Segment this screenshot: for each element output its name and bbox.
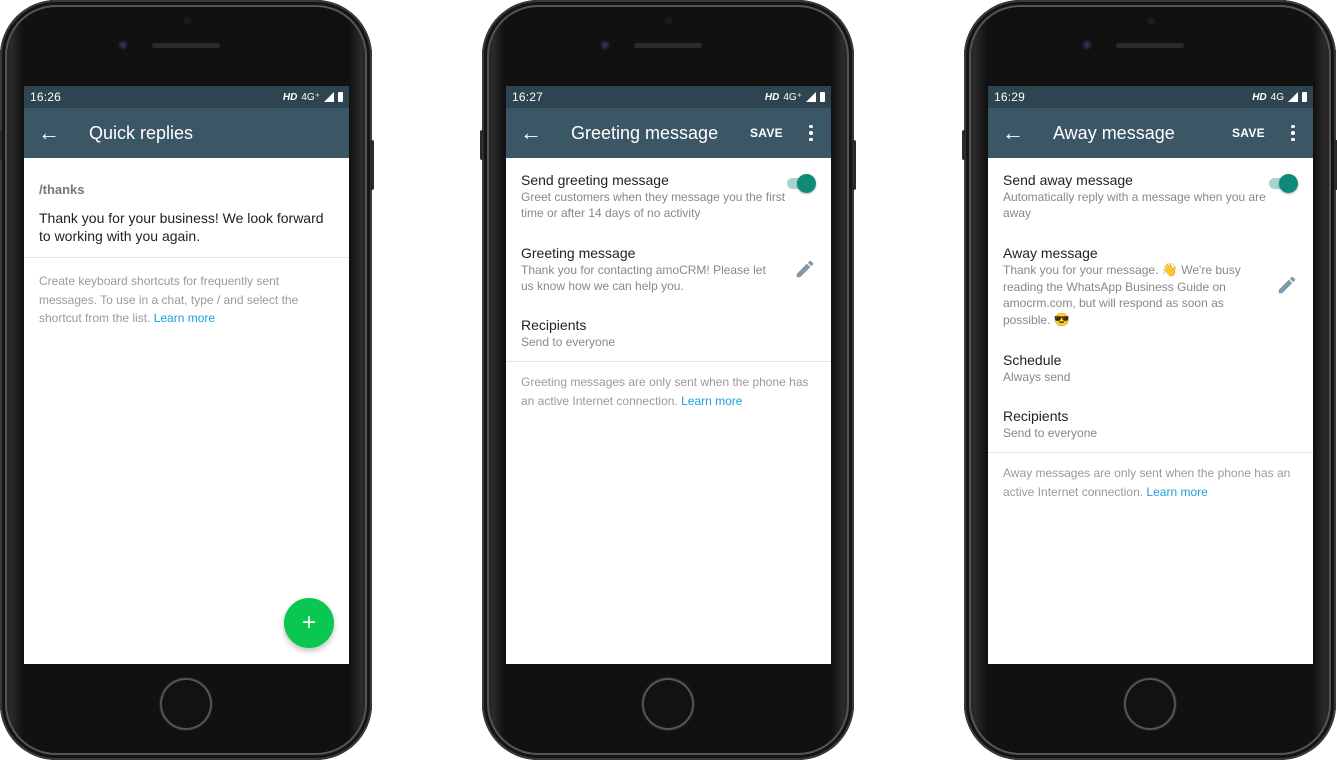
earpiece-speaker	[1116, 43, 1184, 48]
save-button[interactable]: SAVE	[750, 126, 783, 140]
send-greeting-toggle[interactable]	[786, 173, 816, 193]
back-arrow-icon[interactable]: ←	[506, 120, 556, 146]
earpiece-speaker	[634, 43, 702, 48]
proximity-sensor	[1147, 17, 1155, 25]
learn-more-link[interactable]: Learn more	[1146, 485, 1207, 499]
back-arrow-icon[interactable]: ←	[24, 120, 74, 146]
status-time: 16:29	[994, 90, 1026, 104]
signal-icon	[1288, 92, 1298, 102]
page-title: Greeting message	[571, 122, 719, 143]
greeting-message-text: Thank you for contacting amoCRM! Please …	[521, 263, 766, 293]
page-title: Quick replies	[89, 122, 194, 143]
battery-icon	[338, 92, 343, 102]
setting-recipients[interactable]: Recipients Send to everyone	[506, 294, 831, 361]
toolbar: ← Greeting message SAVE	[506, 108, 831, 158]
toggle-knob	[1279, 174, 1298, 193]
side-button	[962, 130, 966, 160]
setting-send-away[interactable]: Send away message Automatically reply wi…	[988, 158, 1313, 221]
back-arrow-icon[interactable]: ←	[988, 120, 1038, 146]
learn-more-link[interactable]: Learn more	[681, 394, 742, 408]
setting-label: Greeting message	[521, 245, 636, 261]
setting-label: Schedule	[1003, 352, 1062, 368]
network-indicator: 4G⁺	[783, 91, 802, 103]
phone-away-message: 16:29 HD 4G ← Away message SAVE Send awa…	[962, 0, 1337, 760]
phone-greeting-message: 16:27 HD 4G⁺ ← Greeting message SAVE Sen…	[480, 0, 856, 760]
learn-more-link[interactable]: Learn more	[154, 311, 215, 325]
side-button	[852, 140, 856, 190]
status-time: 16:26	[30, 90, 62, 104]
side-button	[480, 130, 484, 160]
home-button[interactable]	[642, 678, 694, 730]
setting-label: Send greeting message	[521, 172, 669, 188]
pencil-icon[interactable]	[794, 258, 816, 280]
earpiece-speaker	[152, 43, 220, 48]
quick-reply-item[interactable]: /thanks Thank you for your business! We …	[24, 158, 349, 257]
side-button	[370, 140, 374, 190]
proximity-sensor	[665, 17, 673, 25]
setting-greeting-message[interactable]: Greeting message Thank you for contactin…	[506, 221, 831, 294]
network-indicator: 4G⁺	[301, 91, 320, 103]
status-bar: 16:26 HD 4G⁺	[24, 86, 349, 108]
setting-label: Recipients	[521, 317, 587, 333]
plus-icon: +	[301, 609, 316, 636]
setting-value: Send to everyone	[521, 335, 616, 349]
screen: 16:29 HD 4G ← Away message SAVE Send awa…	[988, 86, 1313, 664]
toolbar: ← Away message SAVE	[988, 108, 1313, 158]
save-button[interactable]: SAVE	[1232, 126, 1265, 140]
signal-icon	[806, 92, 816, 102]
sunglasses-emoji-icon: 😎	[1053, 311, 1070, 327]
front-camera-icon	[600, 40, 610, 50]
quick-reply-message: Thank you for your business! We look for…	[39, 210, 324, 244]
more-options-icon[interactable]	[1283, 124, 1303, 142]
status-indicators: HD 4G	[1252, 92, 1307, 103]
status-bar: 16:27 HD 4G⁺	[506, 86, 831, 108]
home-button[interactable]	[160, 678, 212, 730]
hint-text: Greeting messages are only sent when the…	[506, 362, 831, 424]
toggle-knob	[797, 174, 816, 193]
home-button[interactable]	[1124, 678, 1176, 730]
screen: 16:26 HD 4G⁺ ← Quick replies /thanks Tha…	[24, 86, 349, 664]
proximity-sensor	[183, 17, 191, 25]
more-options-icon[interactable]	[801, 124, 821, 142]
battery-icon	[820, 92, 825, 102]
hd-indicator: HD	[1252, 91, 1267, 103]
status-indicators: HD 4G⁺	[765, 92, 825, 103]
setting-value: Always send	[1003, 370, 1071, 384]
away-message-text: Thank you for your message. 👋 We're busy…	[1003, 262, 1262, 328]
status-bar: 16:29 HD 4G	[988, 86, 1313, 108]
setting-away-message[interactable]: Away message Thank you for your message.…	[988, 221, 1313, 328]
battery-icon	[1302, 92, 1307, 102]
front-camera-icon	[118, 40, 128, 50]
setting-label: Send away message	[1003, 172, 1133, 188]
setting-description: Automatically reply with a message when …	[1003, 190, 1266, 220]
hd-indicator: HD	[764, 91, 780, 103]
add-quick-reply-button[interactable]: +	[284, 598, 334, 648]
setting-label: Recipients	[1003, 408, 1069, 424]
setting-schedule[interactable]: Schedule Always send	[988, 328, 1313, 385]
toolbar: ← Quick replies	[24, 108, 349, 158]
away-text-part: Thank you for your message.	[1003, 263, 1162, 277]
setting-recipients[interactable]: Recipients Send to everyone	[988, 385, 1313, 452]
status-time: 16:27	[512, 90, 544, 104]
quick-reply-shortcut: /thanks	[39, 182, 85, 197]
status-indicators: HD 4G⁺	[283, 92, 343, 103]
page-title: Away message	[1053, 122, 1175, 143]
send-away-toggle[interactable]	[1268, 173, 1298, 193]
setting-label: Away message	[1003, 245, 1098, 261]
hint-text: Create keyboard shortcuts for frequently…	[24, 258, 349, 342]
setting-send-greeting[interactable]: Send greeting message Greet customers wh…	[506, 158, 831, 221]
network-indicator: 4G	[1270, 91, 1284, 103]
setting-description: Greet customers when they message you th…	[521, 190, 786, 220]
hd-indicator: HD	[282, 91, 298, 103]
hint-body: Greeting messages are only sent when the…	[521, 375, 809, 408]
screen: 16:27 HD 4G⁺ ← Greeting message SAVE Sen…	[506, 86, 831, 664]
phone-quick-replies: 16:26 HD 4G⁺ ← Quick replies /thanks Tha…	[0, 0, 374, 760]
setting-value: Send to everyone	[1003, 426, 1098, 440]
waving-hand-emoji-icon: 👋	[1161, 262, 1178, 277]
front-camera-icon	[1082, 40, 1092, 50]
pencil-icon[interactable]	[1276, 274, 1298, 296]
signal-icon	[324, 92, 334, 102]
side-button	[0, 130, 2, 160]
hint-text: Away messages are only sent when the pho…	[988, 453, 1313, 515]
